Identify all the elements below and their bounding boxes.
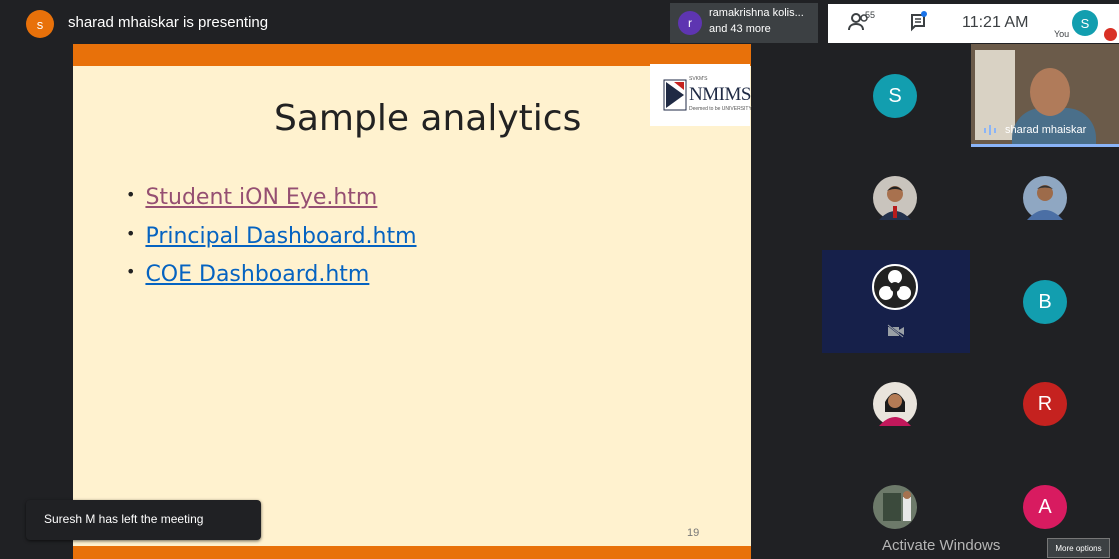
toast-message: Suresh M has left the meeting — [44, 512, 204, 526]
presenting-label: sharad mhaiskar is presenting — [68, 14, 269, 31]
slide-page-number: 19 — [687, 527, 700, 539]
activate-windows-watermark: Activate Windows — [882, 537, 1001, 554]
logo-brand-text: NMIMS — [689, 84, 751, 105]
bullet-dot: • — [126, 185, 136, 204]
logo-sub-text: Deemed to be UNIVERSITY — [689, 106, 752, 112]
presenter-avatar: s — [26, 10, 54, 38]
logo-mark-icon — [663, 79, 687, 111]
clock: 11:21 AM — [962, 14, 1029, 31]
chip-avatar: r — [678, 11, 702, 35]
self-video-face — [1030, 68, 1070, 116]
logo-small-text: SVKM'S — [689, 76, 708, 82]
participant-photo[interactable] — [873, 382, 917, 426]
participant-avatar[interactable]: S — [873, 74, 917, 118]
participant-avatar[interactable]: B — [1023, 280, 1067, 324]
link-principal-dashboard[interactable]: Principal Dashboard.htm — [145, 224, 416, 249]
link-coe-dashboard[interactable]: COE Dashboard.htm — [145, 262, 369, 287]
self-avatar[interactable]: S — [1072, 10, 1098, 36]
participant-photo[interactable] — [873, 176, 917, 220]
bullet-dot: • — [126, 224, 136, 243]
self-video-name: sharad mhaiskar — [1005, 124, 1087, 136]
you-label: You — [1054, 29, 1070, 39]
more-options-button[interactable]: More options — [1047, 538, 1110, 558]
slide-footer-band — [73, 546, 751, 559]
slide-title: Sample analytics — [274, 98, 582, 139]
camera-off-icon — [887, 324, 904, 338]
participant-avatar[interactable]: A — [1023, 485, 1067, 529]
mic-off-icon — [1104, 28, 1117, 41]
bullet-item: • COE Dashboard.htm — [126, 262, 369, 287]
slide-header-band — [73, 44, 751, 66]
chip-more: and 43 more — [709, 23, 771, 35]
participant-photo[interactable] — [1023, 176, 1067, 220]
bullet-dot: • — [126, 262, 136, 281]
bullet-item: • Principal Dashboard.htm — [126, 224, 417, 249]
people-count: 55 — [865, 10, 876, 20]
audio-level-icon — [984, 125, 996, 135]
participant-photo[interactable] — [873, 485, 917, 529]
chip-name: ramakrishna kolis... — [709, 7, 804, 19]
bullet-item: • Student iON Eye.htm — [126, 185, 377, 210]
speaking-indicator — [971, 144, 1119, 147]
link-student-ion-eye[interactable]: Student iON Eye.htm — [145, 185, 377, 210]
participant-avatar[interactable]: R — [1023, 382, 1067, 426]
obs-logo-icon — [872, 264, 918, 310]
chat-notification-dot — [921, 11, 927, 17]
